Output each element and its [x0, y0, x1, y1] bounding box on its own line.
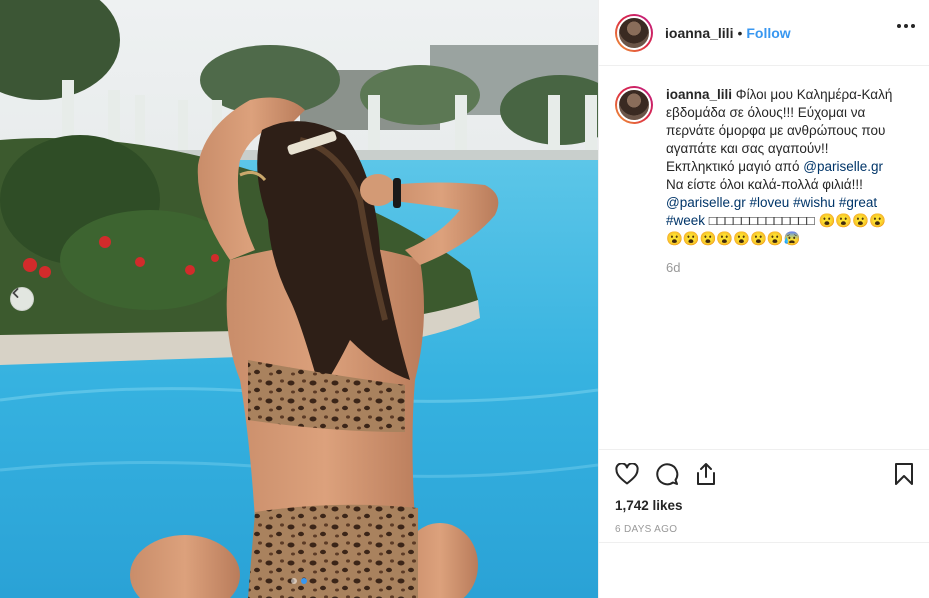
caption-text: ioanna_lili Φίλοι μου Καλημέρα-Καλή εβδο…: [666, 86, 898, 248]
carousel-indicator: [0, 578, 598, 584]
comments-area: ioanna_lili Φίλοι μου Καλημέρα-Καλή εβδο…: [599, 66, 929, 452]
post-header: ioanna_lili • Follow: [599, 0, 929, 66]
comment-icon[interactable]: [655, 462, 679, 486]
caption-comment: ioanna_lili Φίλοι μου Καλημέρα-Καλή εβδο…: [615, 86, 913, 248]
mention-link[interactable]: @pariselle.gr: [803, 159, 883, 174]
hashtag-link[interactable]: #week: [666, 213, 705, 228]
hashtag-link[interactable]: #loveu: [750, 195, 790, 210]
caption-username[interactable]: ioanna_lili: [666, 87, 732, 102]
share-icon[interactable]: [695, 462, 717, 486]
follow-button[interactable]: Follow: [746, 25, 790, 41]
caption-body: Να είστε όλοι καλά-πολλά φιλιά!!!: [666, 177, 863, 192]
action-icons: [615, 450, 914, 498]
add-comment-area[interactable]: [599, 542, 929, 598]
bookmark-icon[interactable]: [894, 462, 914, 486]
carousel-dot: [291, 578, 297, 584]
header-username[interactable]: ioanna_lili: [665, 25, 733, 41]
carousel-dot-active: [301, 578, 307, 584]
hashtag-link[interactable]: #wishu: [793, 195, 835, 210]
likes-count[interactable]: 1,742 likes: [615, 498, 914, 513]
post-photo-illustration: [0, 0, 598, 598]
chevron-left-icon: [12, 288, 19, 298]
heart-icon[interactable]: [615, 463, 639, 485]
header-separator: •: [737, 24, 743, 41]
more-options-icon[interactable]: [897, 24, 915, 28]
hashtag-link[interactable]: #great: [839, 195, 877, 210]
profile-avatar[interactable]: [615, 13, 653, 52]
caption-avatar[interactable]: [615, 86, 653, 124]
caption-time[interactable]: 6d: [666, 260, 913, 275]
post-sidebar: ioanna_lili • Follow ioanna_lili Φίλοι μ…: [598, 0, 929, 598]
post-date[interactable]: 6 DAYS AGO: [615, 524, 914, 535]
post-image[interactable]: [0, 0, 598, 598]
action-bar: 1,742 likes 6 DAYS AGO: [599, 449, 929, 535]
mention-link[interactable]: @pariselle.gr: [666, 195, 746, 210]
carousel-prev-button[interactable]: [10, 287, 34, 311]
